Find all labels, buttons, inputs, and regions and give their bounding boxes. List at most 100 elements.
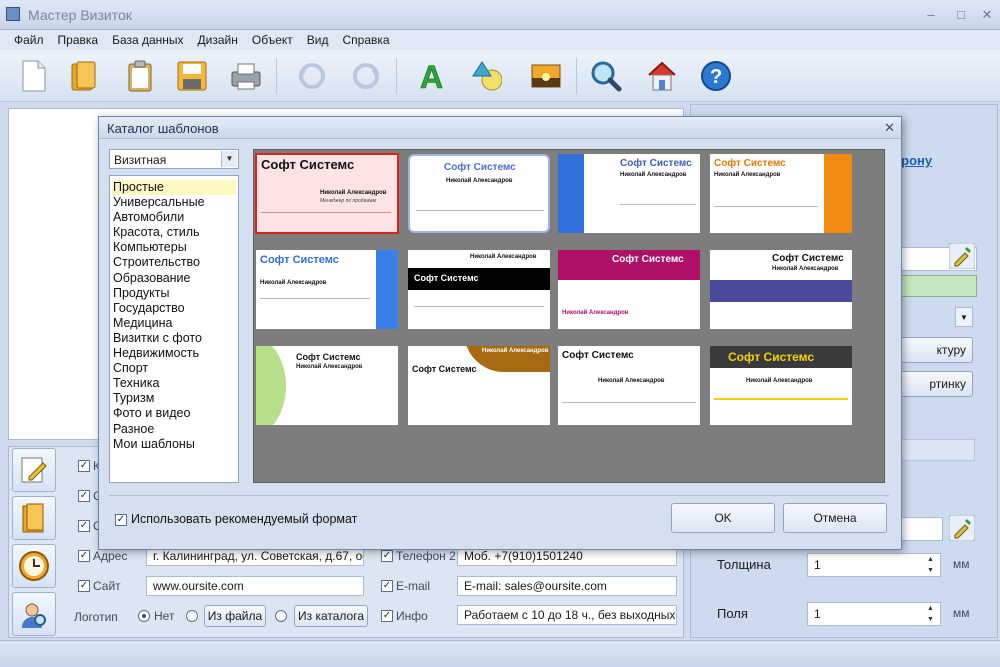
info-input[interactable]: Работаем с 10 до 18 ч., без выходных (457, 605, 677, 625)
menu-view[interactable]: Вид (307, 30, 329, 50)
checkbox[interactable]: ✓ (78, 460, 90, 472)
category-item[interactable]: Красота, стиль (112, 225, 236, 240)
category-list[interactable]: Простые Универсальные Автомобили Красота… (109, 175, 239, 483)
image-icon[interactable] (526, 56, 566, 96)
edit-text-icon[interactable] (12, 448, 56, 492)
template-card[interactable]: Софт Системс Николай Александров (558, 346, 700, 425)
site-input[interactable]: www.oursite.com (146, 576, 364, 596)
category-item[interactable]: Туризм (112, 391, 236, 406)
category-item[interactable]: Техника (112, 376, 236, 391)
card-person: Николай Александров (620, 172, 687, 178)
margins-spinner[interactable]: ▲ ▼ (927, 603, 934, 625)
minimize-button[interactable]: – (920, 6, 942, 24)
category-item[interactable]: Государство (112, 301, 236, 316)
home-icon[interactable] (642, 56, 682, 96)
logo-none-label: Нет (154, 609, 175, 623)
eyedropper-icon[interactable] (948, 514, 976, 542)
clipboard-icon[interactable] (120, 56, 160, 96)
card-company: Софт Системс (620, 158, 692, 169)
menu-database[interactable]: База данных (112, 30, 183, 50)
template-card[interactable]: Софт Системс Николай Александров (710, 154, 852, 233)
template-card[interactable]: Софт Системс Николай Александров (256, 250, 398, 329)
address-checkbox[interactable]: ✓ (78, 550, 90, 562)
email-checkbox[interactable]: ✓ (381, 580, 393, 592)
help-icon[interactable]: ? (696, 56, 736, 96)
category-item[interactable]: Универсальные (112, 195, 236, 210)
maximize-button[interactable]: □ (950, 6, 972, 24)
search-user-icon[interactable] (12, 592, 56, 636)
menu-object[interactable]: Объект (252, 30, 293, 50)
template-card[interactable]: Николай Александров Софт Системс (408, 346, 550, 425)
card-company: Софт Системс (772, 253, 844, 264)
site-label: Сайт (93, 579, 121, 593)
thickness-input[interactable]: 1 (807, 553, 941, 577)
template-card[interactable]: Софт Системс Николай Александров (558, 250, 700, 329)
undo-icon[interactable] (292, 56, 332, 96)
text-icon[interactable]: A (412, 56, 452, 96)
category-item[interactable]: Визитки с фото (112, 331, 236, 346)
toolbar-separator (576, 58, 577, 94)
category-item[interactable]: Образование (112, 271, 236, 286)
category-item[interactable]: Мои шаблоны (112, 437, 236, 452)
use-recommended-checkbox[interactable]: ✓ (115, 514, 127, 526)
phone2-checkbox[interactable]: ✓ (381, 550, 393, 562)
logo-from-file-button[interactable]: Из файла (204, 605, 266, 627)
menu-design[interactable]: Дизайн (198, 30, 238, 50)
card-type-select[interactable]: Визитная ▼ (109, 149, 239, 169)
category-item[interactable]: Спорт (112, 361, 236, 376)
email-input[interactable]: E-mail: sales@oursite.com (457, 576, 677, 596)
card-person: Николай Александров (320, 190, 387, 196)
svg-text:A: A (420, 60, 443, 92)
template-card[interactable]: Софт Системс Николай Александров Менедже… (255, 153, 399, 234)
toolbar-separator (276, 58, 277, 94)
menu-file[interactable]: Файл (14, 30, 44, 50)
checkbox[interactable]: ✓ (78, 490, 90, 502)
new-document-icon[interactable] (14, 56, 54, 96)
save-icon[interactable] (172, 56, 212, 96)
category-item[interactable]: Простые (112, 180, 236, 196)
template-card[interactable]: Софт Системс Николай Александров (408, 154, 550, 233)
category-item[interactable]: Разное (112, 422, 236, 437)
margins-input[interactable]: 1 (807, 602, 941, 626)
category-item[interactable]: Фото и видео (112, 406, 236, 421)
menu-edit[interactable]: Правка (58, 30, 99, 50)
template-card[interactable]: Софт Системс Николай Александров (558, 154, 700, 233)
menu-help[interactable]: Справка (342, 30, 389, 50)
site-checkbox[interactable]: ✓ (78, 580, 90, 592)
title-bar: Мастер Визиток – □ ✕ (0, 0, 1000, 30)
template-card[interactable]: Николай Александров Софт Системс (408, 250, 550, 329)
print-icon[interactable] (226, 56, 266, 96)
category-item[interactable]: Строительство (112, 255, 236, 270)
dropdown-arrow[interactable]: ▼ (955, 307, 973, 327)
logo-catalog-radio[interactable] (275, 610, 287, 622)
cancel-button[interactable]: Отмена (783, 503, 887, 533)
info-label: Инфо (396, 609, 428, 623)
chevron-down-icon[interactable]: ▼ (221, 151, 237, 167)
eyedropper-icon[interactable] (948, 242, 976, 270)
close-button[interactable]: ✕ (976, 6, 998, 24)
category-item[interactable]: Медицина (112, 316, 236, 331)
category-item[interactable]: Недвижимость (112, 346, 236, 361)
card-person: Николай Александров (598, 378, 665, 384)
template-card[interactable]: Софт Системс Николай Александров (710, 250, 852, 329)
thickness-spinner[interactable]: ▲ ▼ (927, 554, 934, 576)
category-item[interactable]: Автомобили (112, 210, 236, 225)
redo-icon[interactable] (346, 56, 386, 96)
open-folder-icon[interactable] (64, 56, 104, 96)
logo-file-radio[interactable] (186, 610, 198, 622)
ok-button[interactable]: OK (671, 503, 775, 533)
clock-icon[interactable] (12, 544, 56, 588)
dialog-close-icon[interactable]: ✕ (884, 120, 895, 136)
template-card[interactable]: Софт Системс Николай Александров (256, 346, 398, 425)
category-item[interactable]: Компьютеры (112, 240, 236, 255)
card-company: Софт Системс (714, 158, 786, 169)
logo-from-catalog-button[interactable]: Из каталога (294, 605, 368, 627)
folder-book-icon[interactable] (12, 496, 56, 540)
shapes-icon[interactable] (466, 56, 506, 96)
logo-none-radio[interactable] (138, 610, 150, 622)
info-checkbox[interactable]: ✓ (381, 610, 393, 622)
template-card[interactable]: Софт Системс Николай Александров (710, 346, 852, 425)
zoom-icon[interactable] (586, 56, 626, 96)
checkbox[interactable]: ✓ (78, 520, 90, 532)
category-item[interactable]: Продукты (112, 286, 236, 301)
